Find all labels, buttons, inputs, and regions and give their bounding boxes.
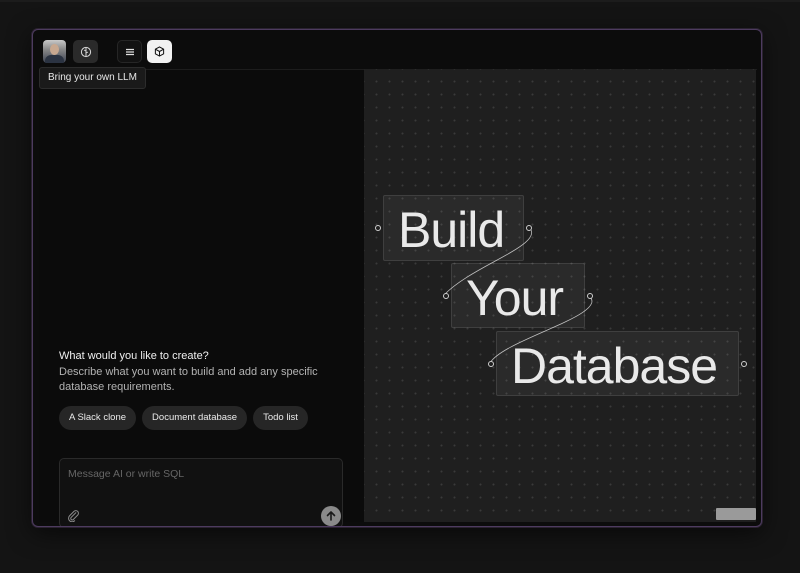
connector-node bbox=[741, 361, 747, 367]
suggestion-chip[interactable]: Todo list bbox=[253, 406, 308, 430]
connector-node bbox=[375, 225, 381, 231]
suggestion-chips: A Slack clone Document database Todo lis… bbox=[59, 406, 308, 430]
hero-word-database: Database bbox=[511, 338, 718, 394]
app-window: What would you like to create? Describe … bbox=[32, 29, 762, 527]
schema-button[interactable] bbox=[147, 40, 172, 63]
llm-tooltip: Bring your own LLM bbox=[39, 67, 146, 89]
connector-node bbox=[488, 361, 494, 367]
brain-icon bbox=[80, 46, 91, 57]
message-placeholder: Message AI or write SQL bbox=[68, 468, 185, 480]
paperclip-icon bbox=[68, 510, 79, 523]
hero-word-build: Build bbox=[398, 202, 505, 258]
prompt-description: Describe what you want to build and add … bbox=[59, 366, 318, 393]
attach-button[interactable] bbox=[67, 509, 81, 523]
top-border bbox=[0, 0, 800, 2]
suggestion-chip[interactable]: Document database bbox=[142, 406, 248, 430]
toolbar bbox=[39, 36, 757, 70]
connector-node bbox=[443, 293, 449, 299]
menu-button[interactable] bbox=[117, 40, 142, 63]
arrow-up-icon bbox=[326, 511, 336, 521]
llm-button[interactable] bbox=[73, 40, 98, 63]
suggestion-chip[interactable]: A Slack clone bbox=[59, 406, 137, 430]
hamburger-icon bbox=[125, 48, 134, 55]
chat-panel: What would you like to create? Describe … bbox=[39, 70, 364, 526]
connector-node bbox=[526, 225, 532, 231]
canvas-panel: Build Your Database bbox=[364, 69, 756, 522]
avatar-head bbox=[50, 44, 59, 55]
cube-icon bbox=[154, 46, 165, 57]
connector-node bbox=[587, 293, 593, 299]
prompt-title: What would you like to create? bbox=[59, 350, 209, 362]
avatar[interactable] bbox=[43, 40, 66, 63]
canvas-scrollbar[interactable] bbox=[716, 508, 756, 520]
avatar-body bbox=[45, 55, 64, 63]
send-button[interactable] bbox=[321, 506, 341, 526]
hero-word-your: Your bbox=[466, 270, 564, 326]
message-input[interactable]: Message AI or write SQL bbox=[59, 458, 343, 526]
